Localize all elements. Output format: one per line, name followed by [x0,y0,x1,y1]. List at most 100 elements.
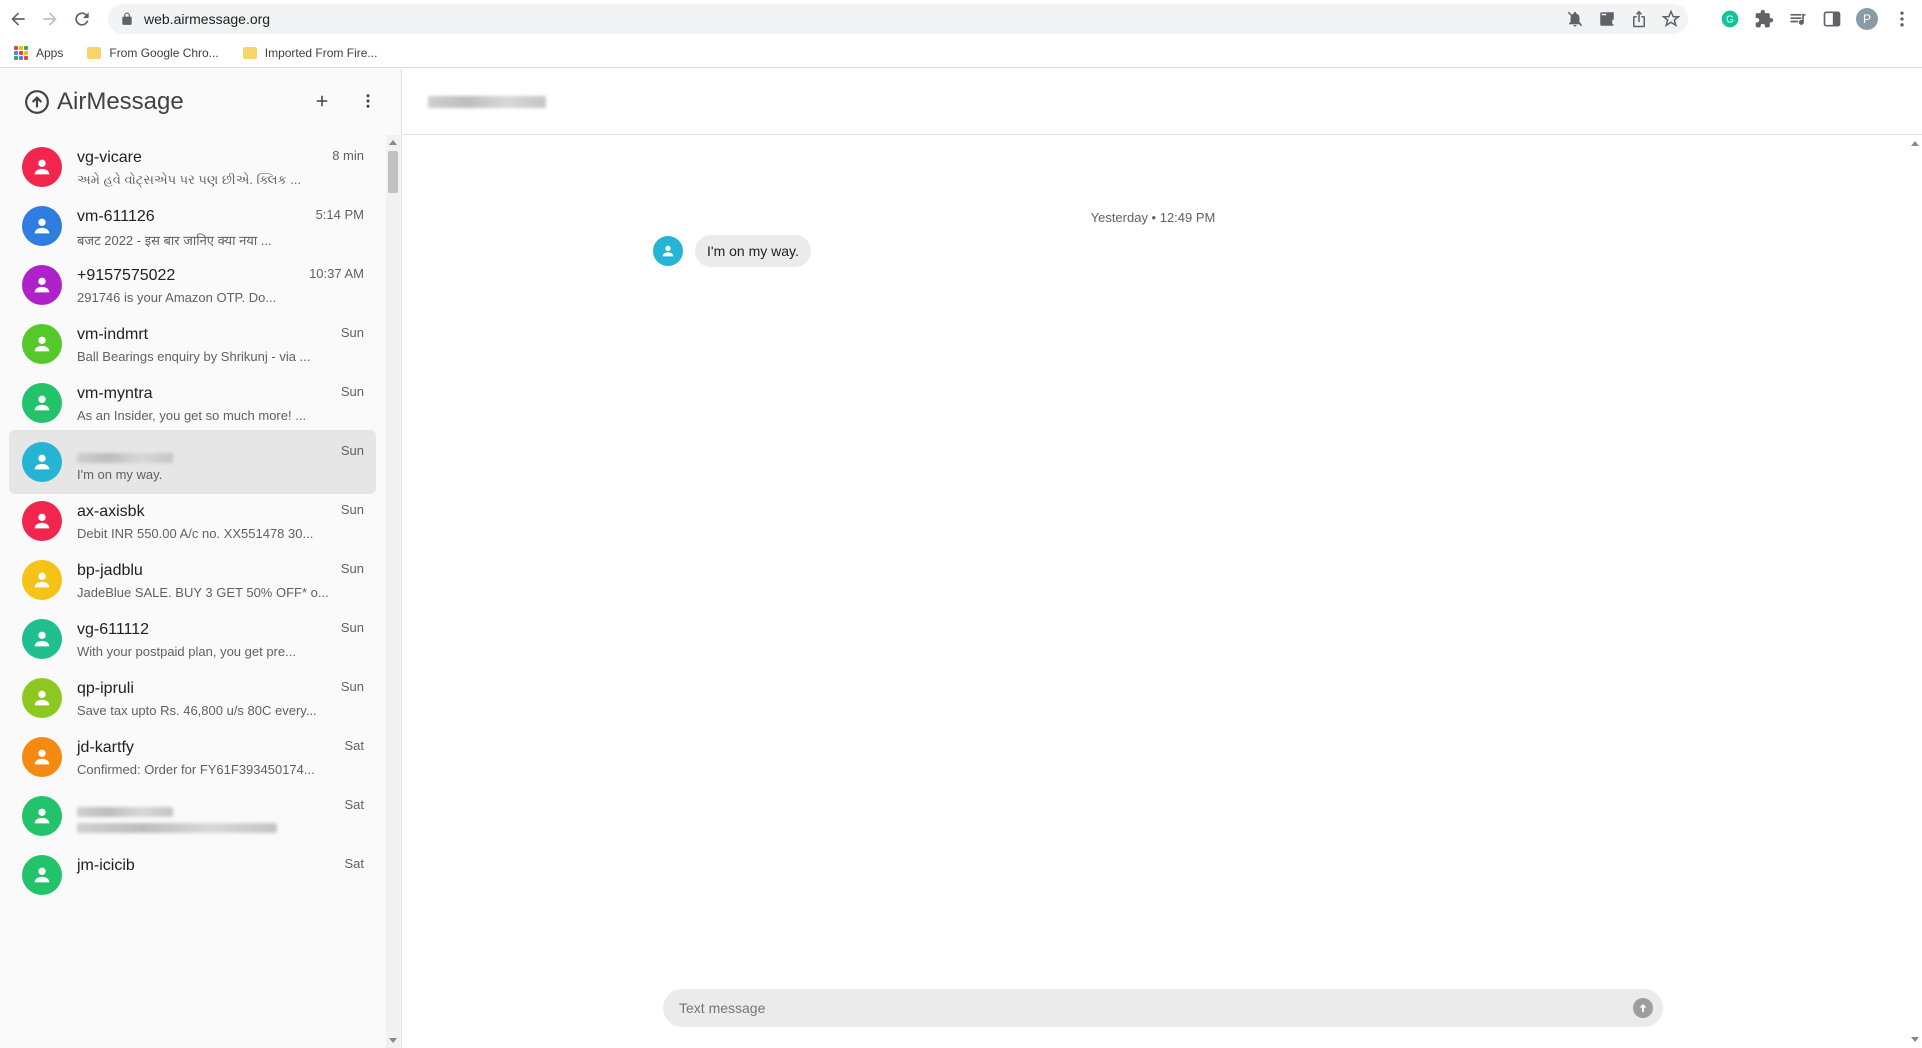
scroll-up-arrow-icon[interactable] [389,140,397,145]
message-row: I'm on my way. [653,235,811,267]
contact-avatar [22,619,62,659]
more-vert-icon [366,94,370,108]
conversation-item[interactable]: jd-kartfy Confirmed: Order for FY61F39345… [9,725,376,789]
conversation-time: Sun [340,561,364,576]
conversation-time: Sat [344,738,364,753]
plus-icon [316,95,328,107]
conversation-item[interactable]: jm-icicib Sat [9,843,376,907]
message-input[interactable] [679,989,1619,1027]
conversation-preview: Confirmed: Order for FY61F393450174... [77,762,315,777]
conversation-item[interactable]: I'm on my way. Sun [9,430,376,494]
forward-button[interactable] [36,5,64,33]
conversation-time: 10:37 AM [309,266,364,281]
conversation-scrollbar[interactable] [1908,135,1922,1048]
conversation-name-redacted [77,804,173,822]
person-icon [34,572,50,588]
message-bubble: I'm on my way. [695,235,811,267]
extensions-puzzle-icon[interactable] [1754,9,1774,29]
browser-toolbar: web.airmessage.org G P [0,0,1922,38]
conversation-time: Sun [340,384,364,399]
conversation-time: Sun [340,443,364,458]
conversation-preview: As an Insider, you get so much more! ... [77,408,307,423]
conversation-item[interactable]: vm-myntra As an Insider, you get so much … [9,371,376,435]
conversation-title-redacted [428,95,546,113]
bookmark-folder-google-chrome[interactable]: From Google Chro... [87,45,219,60]
conversation-item[interactable]: qp-ipruli Save tax upto Rs. 46,800 u/s 80… [9,666,376,730]
person-icon [34,454,50,470]
address-bar[interactable]: web.airmessage.org [108,4,1688,34]
contact-avatar [22,383,62,423]
conversation-item[interactable]: ax-axisbk Debit INR 550.00 A/c no. XX5514… [9,489,376,553]
folder-icon [87,46,102,59]
conversation-name-redacted [77,450,173,468]
conversation-preview: Ball Bearings enquiry by Shrikunj - via … [77,349,311,364]
person-icon [34,277,50,293]
contact-avatar [22,442,62,482]
conversation-item[interactable]: vm-indmrt Ball Bearings enquiry by Shriku… [9,312,376,376]
sidebar-scrollbar[interactable] [386,135,400,1048]
conversation-time: Sat [344,797,364,812]
message-timestamp: Yesterday • 12:49 PM [1090,210,1216,225]
reading-list-icon[interactable] [1788,9,1808,29]
conversation-item[interactable]: vg-611112 With your postpaid plan, you ge… [9,607,376,671]
conversation-preview-redacted [77,821,277,836]
conversation-name: vg-611112 [77,621,150,638]
bookmark-label: Apps [36,45,64,60]
grammarly-icon[interactable]: G [1720,9,1740,29]
send-button[interactable] [1633,998,1653,1018]
new-conversation-button[interactable] [308,87,336,115]
bookmark-label: Imported From Fire... [264,45,378,60]
person-icon [34,395,50,411]
scroll-thumb[interactable] [388,151,398,193]
more-options-button[interactable] [354,87,382,115]
contact-avatar [22,678,62,718]
conversation-preview: Save tax upto Rs. 46,800 u/s 80C every..… [77,703,317,718]
contact-avatar [22,501,62,541]
message-composer [663,989,1663,1027]
conversation-name: ax-axisbk [77,503,145,520]
apps-grid-icon [14,45,28,60]
conversation-time: 8 min [332,148,364,163]
conversation-time: 5:14 PM [315,207,364,222]
conversation-name: +9157575022 [77,267,176,284]
app-title: AirMessage [57,88,184,115]
contact-avatar [22,737,62,777]
forward-arrow-icon [43,12,57,26]
lock-icon [122,12,132,25]
scroll-down-arrow-icon[interactable] [1911,1037,1919,1042]
contact-avatar [22,147,62,187]
person-icon [34,631,50,647]
back-button[interactable] [4,5,32,33]
conversation-item[interactable]: Sat [9,784,376,848]
scroll-down-arrow-icon[interactable] [389,1038,397,1043]
share-icon[interactable] [1630,10,1648,28]
sidebar: AirMessage vg-vicare અમે હવે વોટ્સએપ પર પ… [0,69,402,1048]
airmessage-app: AirMessage vg-vicare અમે હવે વોટ્સએપ પર પ… [0,69,1922,1048]
conversation-item[interactable]: vm-611126 बजट 2022 - इस बार जानिए क्या नय… [9,194,376,258]
url-text[interactable]: web.airmessage.org [144,11,270,27]
person-icon [34,336,50,352]
contact-avatar [653,236,683,266]
conversation-item[interactable]: +9157575022 291746 is your Amazon OTP. Do… [9,253,376,317]
reload-button[interactable] [68,5,96,33]
conversation-name: vm-indmrt [77,326,149,343]
bookmark-label: From Google Chro... [109,45,219,60]
conversation-time: Sat [344,856,364,871]
person-icon [34,218,50,234]
conversation-time: Sun [340,620,364,635]
bookmark-apps[interactable]: Apps [14,45,64,60]
conversation-item[interactable]: vg-vicare અમે હવે વોટ્સએપ પર પણ છીએ. ક્લિ… [9,135,376,199]
conversation-item[interactable]: bp-jadblu JadeBlue SALE. BUY 3 GET 50% OF… [9,548,376,612]
bookmark-folder-imported-firefox[interactable]: Imported From Fire... [242,45,378,60]
reload-icon [75,12,89,26]
bookmark-star-icon[interactable] [1662,10,1680,28]
install-app-icon[interactable] [1598,10,1616,28]
conversation-preview: JadeBlue SALE. BUY 3 GET 50% OFF* o... [77,585,329,600]
notifications-blocked-icon[interactable] [1566,10,1584,28]
browser-menu-icon[interactable] [1892,9,1912,29]
person-icon [662,245,674,257]
side-panel-icon[interactable] [1822,9,1842,29]
profile-avatar[interactable]: P [1856,8,1878,30]
conversation-list: vg-vicare અમે હવે વોટ્સએપ પર પણ છીએ. ક્લિ… [0,135,386,1048]
scroll-up-arrow-icon[interactable] [1911,141,1919,146]
